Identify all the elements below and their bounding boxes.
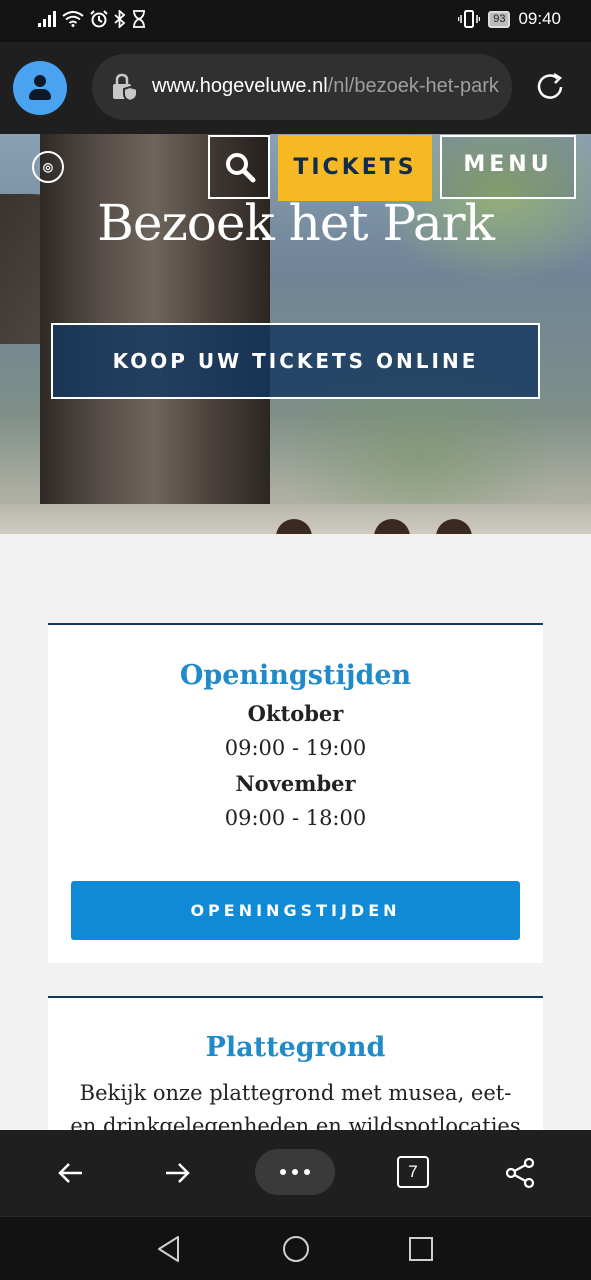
tab-switcher-button[interactable]: 7 — [397, 1156, 429, 1188]
nav-recents-icon[interactable] — [406, 1234, 436, 1264]
battery-icon: 93 — [488, 10, 511, 28]
search-button[interactable] — [208, 135, 270, 199]
map-title: Plattegrond — [205, 1032, 386, 1063]
status-left-icons — [38, 10, 146, 28]
opening-hours-card: Openingstijden Oktober 09:00 - 19:00 Nov… — [48, 623, 543, 963]
logo-icon[interactable]: ◎ — [32, 151, 64, 183]
hours-value: 09:00 - 19:00 — [224, 736, 367, 760]
map-description: Bekijk onze plattegrond met musea, eet- … — [70, 1081, 521, 1130]
share-icon[interactable] — [503, 1156, 537, 1190]
browser-toolbar: www.hogeveluwe.nl/nl/bezoek-het-park — [0, 42, 591, 134]
wifi-icon — [62, 11, 84, 27]
nav-back-icon[interactable] — [154, 1234, 184, 1264]
more-dots-icon — [280, 1169, 286, 1175]
search-icon — [226, 153, 256, 183]
lock-shield-icon — [113, 73, 138, 102]
vibrate-icon — [458, 10, 481, 28]
profile-button[interactable] — [13, 61, 67, 115]
nav-home-icon[interactable] — [281, 1234, 311, 1264]
opening-hours-button[interactable]: OPENINGSTIJDEN — [71, 881, 520, 940]
signal-icon — [38, 11, 56, 27]
tickets-button[interactable]: TICKETS — [278, 135, 432, 201]
hours-value: 09:00 - 18:00 — [224, 806, 367, 830]
buy-tickets-button[interactable]: KOOP UW TICKETS ONLINE — [51, 323, 540, 399]
hero-banner: ◎ TICKETS MENU Bezoek het Park KOOP UW T… — [0, 134, 591, 534]
status-right: 93 09:40 — [458, 9, 561, 29]
more-options-button[interactable] — [255, 1149, 335, 1195]
system-nav-bar — [0, 1216, 591, 1280]
map-card: Plattegrond Bekijk onze plattegrond met … — [48, 996, 543, 1130]
profile-icon — [34, 75, 46, 87]
page-title: Bezoek het Park — [97, 194, 495, 252]
bluetooth-icon — [114, 10, 126, 28]
url-text: www.hogeveluwe.nl/nl/bezoek-het-park — [152, 75, 499, 98]
forward-arrow-icon[interactable] — [160, 1156, 194, 1190]
clock: 09:40 — [518, 9, 561, 28]
month-label: Oktober — [247, 701, 344, 726]
menu-button[interactable]: MENU — [440, 135, 576, 199]
address-bar[interactable]: www.hogeveluwe.nl/nl/bezoek-het-park — [92, 54, 512, 120]
hourglass-icon — [133, 10, 145, 28]
main-content: Openingstijden Oktober 09:00 - 19:00 Nov… — [0, 534, 591, 1130]
browser-bottom-bar: 7 — [0, 1130, 591, 1216]
month-label: November — [235, 771, 356, 796]
reload-icon[interactable] — [534, 70, 568, 104]
opening-hours-title: Openingstijden — [179, 660, 412, 691]
status-bar: 93 09:40 — [0, 0, 591, 42]
alarm-icon — [90, 10, 108, 28]
back-arrow-icon[interactable] — [54, 1156, 88, 1190]
url-host: www.hogeveluwe.nl — [152, 75, 328, 97]
url-path: /nl/bezoek-het-park — [327, 75, 499, 97]
